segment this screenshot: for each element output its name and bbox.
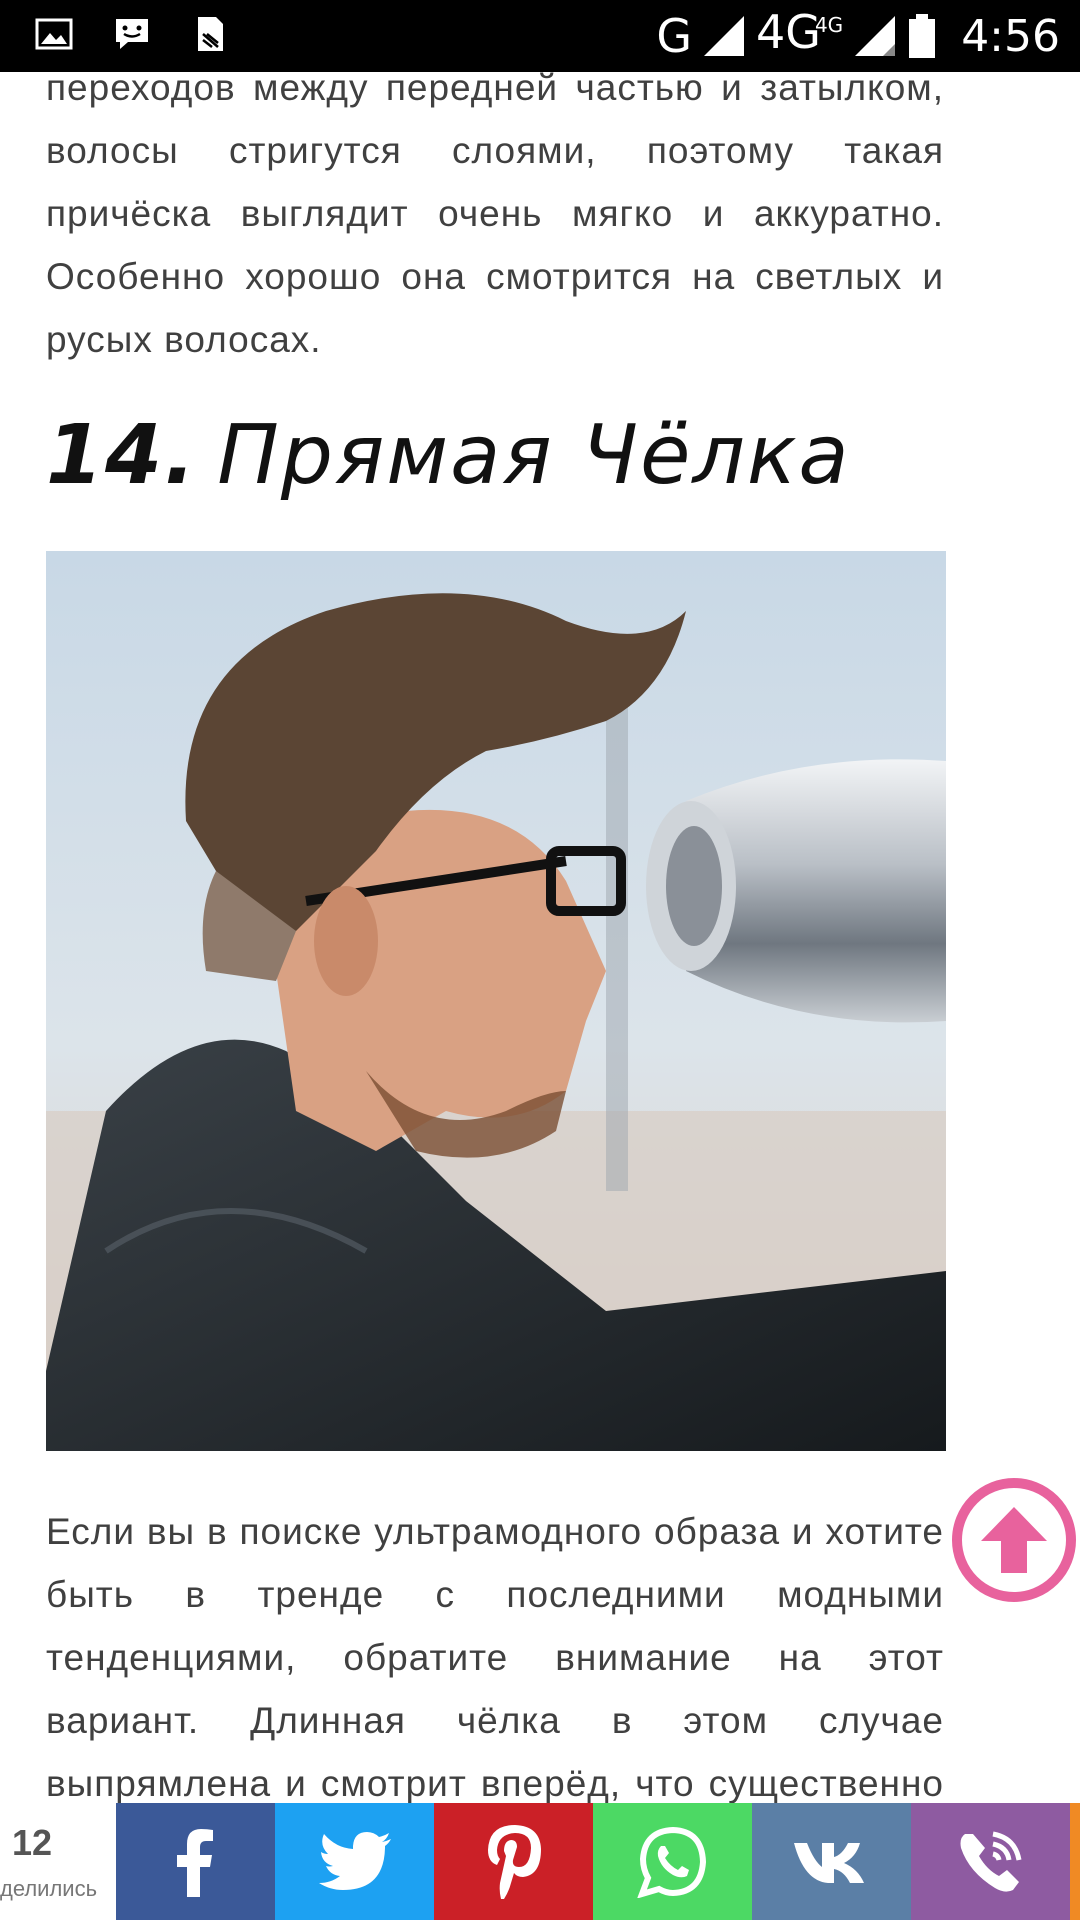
- edge-strip: [1070, 1803, 1080, 1920]
- share-count: 12: [12, 1822, 53, 1863]
- section-number: 14.: [46, 408, 198, 503]
- system-status: G 4G4G 4:56: [656, 5, 1060, 64]
- section-heading: 14. Прямая Чёлка: [46, 408, 851, 503]
- message-icon: [116, 19, 148, 49]
- gallery-icon: [35, 18, 73, 50]
- article-paragraph: переходов между передней частью и затылк…: [46, 67, 944, 360]
- whatsapp-icon: [636, 1826, 706, 1898]
- network-type-4g: 4G4G: [756, 4, 843, 69]
- hairstyle-photo: [46, 551, 946, 1451]
- facebook-icon: [176, 1828, 213, 1897]
- viber-icon: [960, 1831, 1021, 1892]
- share-counter: 12 делились: [0, 1808, 116, 1920]
- share-facebook-button[interactable]: [116, 1803, 275, 1920]
- share-viber-button[interactable]: [911, 1803, 1070, 1920]
- section-title: Прямая Чёлка: [217, 408, 851, 503]
- share-count-label: делились: [0, 1876, 98, 1901]
- signal-icon: [704, 16, 745, 56]
- share-bar: [116, 1803, 1070, 1920]
- article-photo: [46, 551, 946, 1451]
- share-twitter-button[interactable]: [275, 1803, 434, 1920]
- twitter-icon: [318, 1831, 391, 1890]
- arrow-up-icon: [981, 1507, 1047, 1573]
- sim-card-icon: [198, 17, 223, 51]
- signal-icon-2: [855, 16, 896, 56]
- status-bar: G 4G4G 4:56: [0, 0, 1080, 72]
- scroll-to-top-button[interactable]: [952, 1478, 1076, 1602]
- network-4g-superscript: 4G: [814, 12, 844, 37]
- battery-icon: [909, 14, 936, 58]
- clock: 4:56: [961, 10, 1060, 62]
- network-4g-label: 4G: [756, 4, 821, 59]
- pinterest-icon: [487, 1824, 541, 1899]
- notification-icons: [34, 14, 230, 54]
- network-type-g: G: [656, 9, 693, 63]
- vk-icon: [793, 1842, 864, 1883]
- share-vk-button[interactable]: [752, 1803, 911, 1920]
- share-pinterest-button[interactable]: [434, 1803, 593, 1920]
- share-whatsapp-button[interactable]: [593, 1803, 752, 1920]
